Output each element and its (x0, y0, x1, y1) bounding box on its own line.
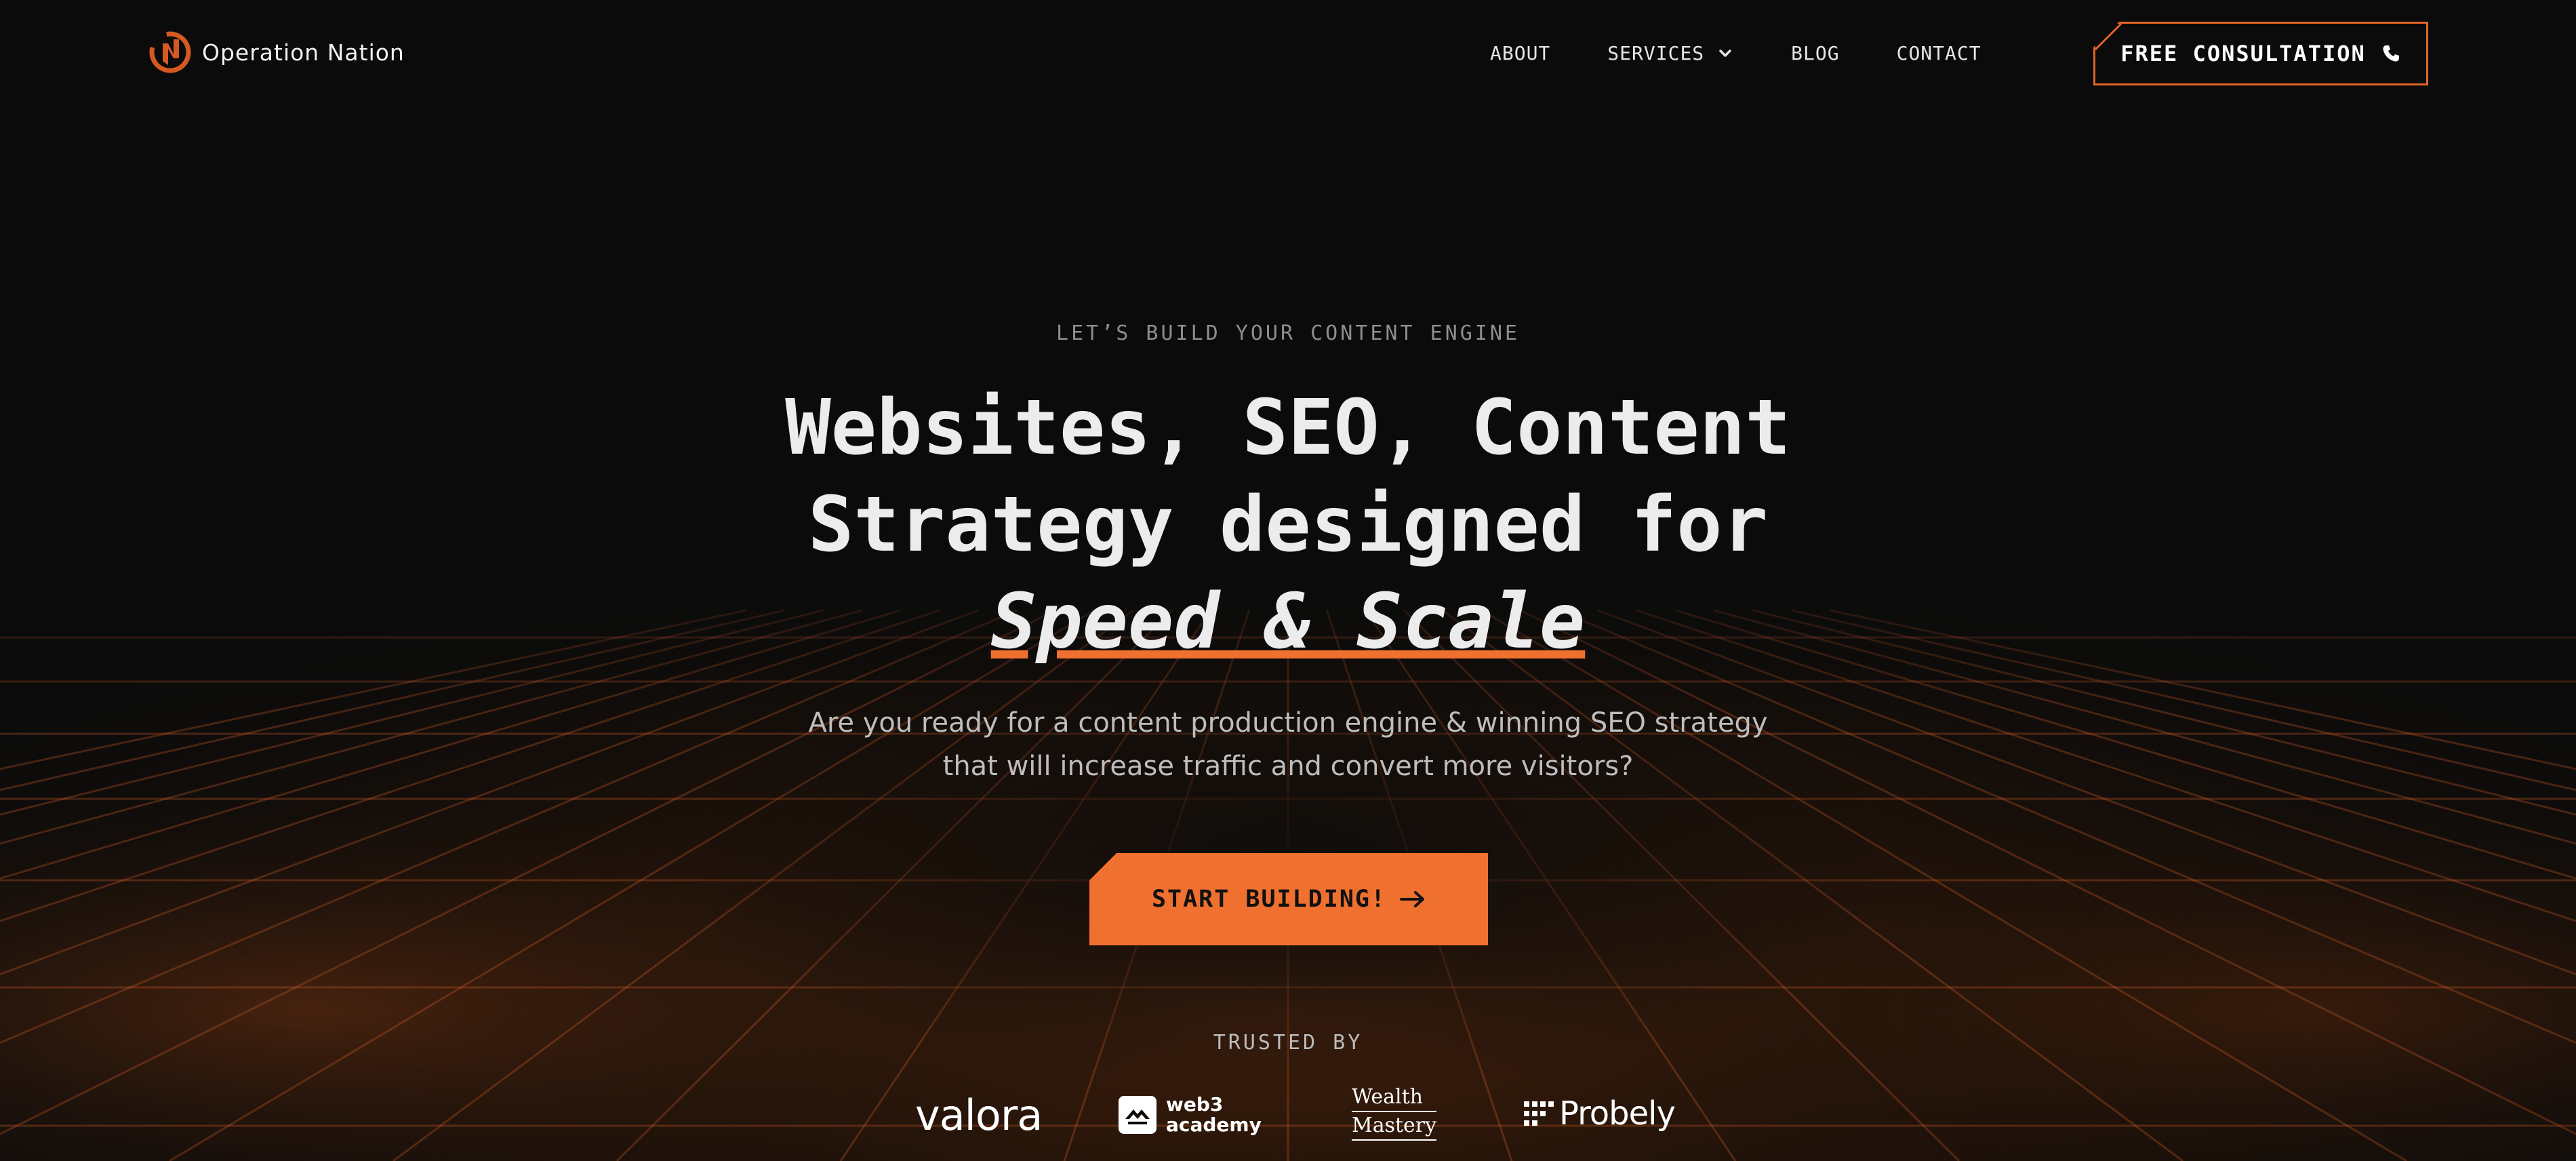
wealth-line-1: Wealth (1352, 1085, 1423, 1109)
phone-icon (2383, 45, 2399, 62)
web3-line-2: academy (1166, 1114, 1262, 1136)
probely-dots-icon (1524, 1101, 1554, 1126)
nav-link-about[interactable]: ABOUT (1490, 42, 1550, 64)
valora-wordmark: valora (915, 1090, 1043, 1140)
probely-wordmark: Probely (1559, 1095, 1676, 1133)
brand-name: Operation Nation (202, 39, 405, 66)
nav-link-label: ABOUT (1490, 42, 1551, 64)
hero-eyebrow: LET’S BUILD YOUR CONTENT ENGINE (1056, 321, 1520, 345)
hero-headline: Websites, SEO, Content Strategy designed… (610, 380, 1966, 671)
nav-link-label: BLOG (1791, 42, 1840, 64)
headline-line-2: Strategy designed for (807, 481, 1769, 569)
chevron-down-icon (1719, 49, 1731, 57)
hero-subtext: Are you ready for a content production e… (808, 707, 1768, 782)
free-consultation-label: FREE CONSULTATION (2120, 41, 2366, 66)
headline-highlight: Speed & Scale (990, 578, 1586, 666)
headline-line-1: Websites, SEO, Content (785, 384, 1791, 472)
arrow-right-icon (1400, 891, 1425, 907)
brand-logo[interactable]: Operation Nation (148, 30, 405, 75)
nav-link-label: CONTACT (1896, 42, 1981, 64)
nav-link-contact[interactable]: CONTACT (1897, 42, 1981, 64)
top-nav: Operation Nation ABOUT SERVICES BLOG CON… (0, 0, 2576, 109)
start-building-label: START BUILDING! (1151, 886, 1387, 913)
nav-links: ABOUT SERVICES BLOG CONTACT (1490, 42, 1981, 64)
logo-bolt-icon (149, 31, 191, 73)
web3-diamond-icon (1119, 1096, 1156, 1134)
valora-logo: valora (915, 1090, 1043, 1140)
web3-line-1: web3 (1166, 1093, 1224, 1116)
corner-accent (2094, 22, 2122, 51)
web3-wordmark: web3 academy (1166, 1095, 1262, 1135)
nav-link-blog[interactable]: BLOG (1791, 42, 1839, 64)
probely-logo: Probely (1524, 1095, 1676, 1133)
trusted-by-label: TRUSTED BY (1213, 1031, 1363, 1055)
nav-link-label: SERVICES (1607, 42, 1705, 64)
web3-academy-logo: web3 academy (1119, 1095, 1262, 1135)
start-building-button[interactable]: START BUILDING! (1089, 853, 1488, 945)
free-consultation-button[interactable]: FREE CONSULTATION (2093, 22, 2428, 85)
wealth-line-2: Mastery (1352, 1111, 1437, 1141)
nav-link-services[interactable]: SERVICES (1607, 42, 1734, 64)
wealth-mastery-logo: Wealth Mastery (1352, 1084, 1437, 1141)
